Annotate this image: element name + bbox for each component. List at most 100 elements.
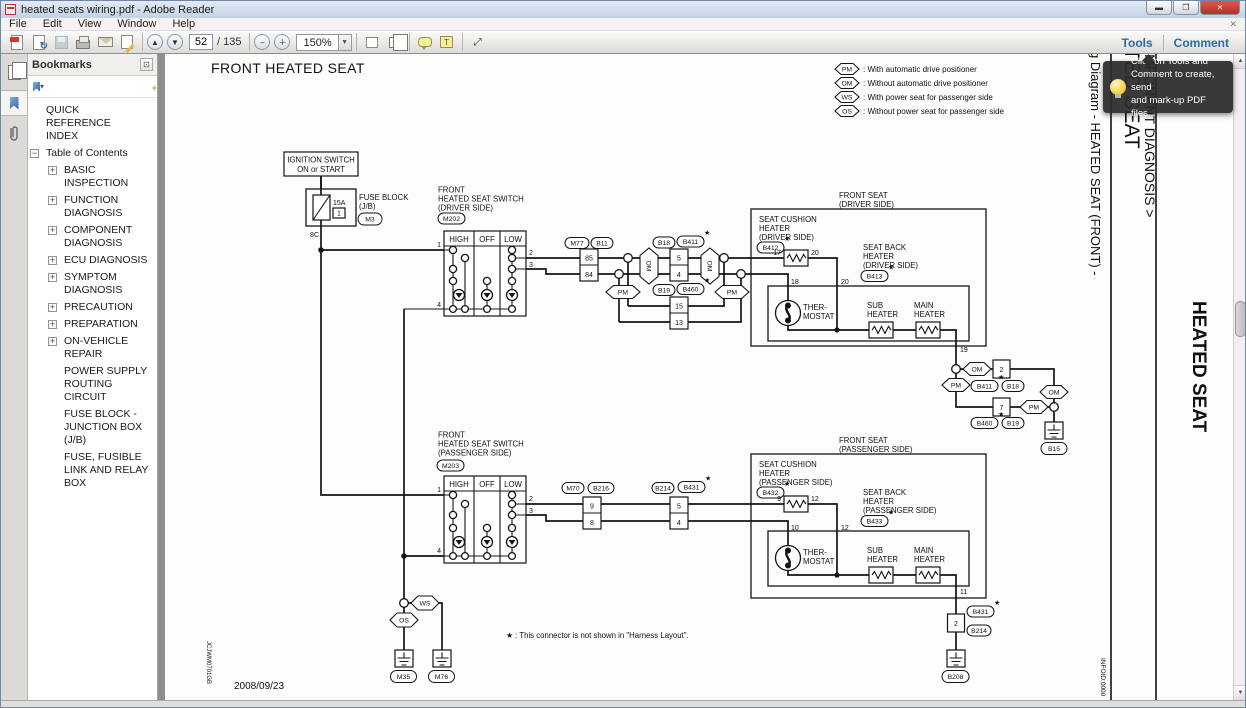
svg-text:12: 12 bbox=[811, 496, 819, 503]
expand-toggle[interactable]: − bbox=[30, 149, 39, 158]
comment-balloon-button[interactable] bbox=[415, 33, 435, 52]
svg-text:B411: B411 bbox=[977, 384, 993, 391]
bookmark-item-on-vehicle-repair[interactable]: + ON-VEHICLE REPAIR bbox=[28, 333, 157, 363]
svg-text:B433: B433 bbox=[867, 519, 883, 526]
bookmarks-panel-title: Bookmarks bbox=[32, 59, 140, 71]
print-button[interactable] bbox=[73, 33, 93, 52]
bookmark-item-table-of-contents[interactable]: −Table of Contents bbox=[28, 145, 157, 162]
expand-toggle[interactable]: + bbox=[48, 226, 57, 235]
close-document-icon[interactable]: ✕ bbox=[1225, 18, 1241, 31]
email-button[interactable] bbox=[95, 33, 115, 52]
svg-text:4: 4 bbox=[437, 548, 441, 555]
cloud-save-button[interactable] bbox=[29, 33, 49, 52]
share-button[interactable] bbox=[117, 33, 137, 52]
document-page[interactable]: IGNITION SWITCH ON or START 15A 1 FUSE B… bbox=[165, 54, 1233, 700]
menu-help[interactable]: Help bbox=[164, 18, 203, 31]
expand-toggle[interactable]: + bbox=[48, 337, 57, 346]
svg-text:OS: OS bbox=[842, 109, 852, 116]
svg-text:4: 4 bbox=[437, 302, 441, 309]
svg-text:★: ★ bbox=[888, 264, 894, 272]
toggle-spacer bbox=[48, 410, 57, 419]
svg-text:★: ★ bbox=[784, 480, 790, 488]
svg-text:HEATER: HEATER bbox=[867, 310, 898, 319]
bookmark-options-button[interactable]: ▾ bbox=[33, 82, 44, 92]
bookmark-item-preparation[interactable]: + PREPARATION bbox=[28, 316, 157, 333]
zoom-dropdown-caret[interactable]: ▼ bbox=[339, 34, 352, 51]
svg-text:15: 15 bbox=[675, 304, 683, 311]
bookmark-item-fuse-block-junction-box-j-b[interactable]: FUSE BLOCK - JUNCTION BOX (J/B) bbox=[28, 406, 157, 449]
expand-toggle[interactable]: + bbox=[48, 196, 57, 205]
page-number-input[interactable] bbox=[189, 34, 213, 50]
page-count-label: / 135 bbox=[217, 36, 241, 48]
close-button[interactable]: ✕ bbox=[1200, 1, 1240, 15]
bookmark-item-symptom-diagnosis[interactable]: +SYMPTOM DIAGNOSIS bbox=[28, 269, 157, 299]
svg-text:★: ★ bbox=[888, 509, 894, 517]
bookmark-item-precaution[interactable]: +PRECAUTION bbox=[28, 299, 157, 316]
save-button[interactable] bbox=[51, 33, 71, 52]
comment-panel-button[interactable]: Comment bbox=[1164, 36, 1239, 50]
scroll-down-button[interactable]: ▼ bbox=[1234, 685, 1246, 700]
menu-view[interactable]: View bbox=[70, 18, 110, 31]
svg-text:(J/B): (J/B) bbox=[359, 202, 376, 211]
comment-balloon-icon bbox=[418, 37, 432, 47]
bookmarks-tab[interactable] bbox=[1, 90, 27, 116]
bookmark-item-component-diagnosis[interactable]: + COMPONENT DIAGNOSIS bbox=[28, 222, 157, 252]
bookmark-item-quick-reference-index[interactable]: QUICK REFERENCE INDEX bbox=[28, 102, 157, 145]
paperclip-icon bbox=[7, 125, 21, 143]
fullscreen-button[interactable]: ⤢ bbox=[468, 33, 488, 52]
svg-text:SEAT CUSHION: SEAT CUSHION bbox=[759, 215, 817, 224]
minimize-button[interactable]: ▬ bbox=[1146, 1, 1172, 15]
tools-panel-button[interactable]: Tools bbox=[1112, 36, 1163, 50]
svg-text:★: ★ bbox=[998, 411, 1004, 419]
expand-toggle[interactable]: + bbox=[48, 166, 57, 175]
page-thumbnails-tab[interactable] bbox=[1, 59, 27, 85]
menu-window[interactable]: Window bbox=[109, 18, 164, 31]
expand-toggle[interactable]: + bbox=[48, 303, 57, 312]
bookmark-label: BASIC INSPECTION bbox=[64, 164, 150, 190]
next-page-button[interactable]: ▼ bbox=[167, 34, 183, 50]
svg-text:OS: OS bbox=[399, 618, 409, 625]
expand-toggle[interactable]: + bbox=[48, 256, 57, 265]
title-bar[interactable]: heated seats wiring.pdf - Adobe Reader ▬… bbox=[1, 1, 1245, 18]
svg-text:B460: B460 bbox=[683, 287, 699, 294]
ground-symbol-m35 bbox=[395, 650, 413, 667]
previous-page-button[interactable]: ▲ bbox=[147, 34, 163, 50]
svg-text:PM: PM bbox=[951, 383, 962, 390]
window-title: heated seats wiring.pdf - Adobe Reader bbox=[21, 4, 214, 16]
svg-text:HEATED SEAT SWITCH: HEATED SEAT SWITCH bbox=[438, 195, 524, 204]
ground-symbol-b15 bbox=[1045, 422, 1063, 439]
panel-splitter[interactable] bbox=[158, 54, 165, 700]
tools-comment-tooltip[interactable]: Click on Tools and Comment to create, se… bbox=[1103, 61, 1233, 113]
bookmark-item-fuse-fusible-link-and-relay-box[interactable]: FUSE, FUSIBLE LINK AND RELAY BOX bbox=[28, 449, 157, 492]
bookmark-label: ON-VEHICLE REPAIR bbox=[64, 335, 150, 361]
maximize-button[interactable]: ❐ bbox=[1173, 1, 1199, 15]
zoom-level-select[interactable]: 150% bbox=[296, 34, 338, 51]
menu-file[interactable]: File bbox=[1, 18, 35, 31]
menu-edit[interactable]: Edit bbox=[35, 18, 70, 31]
attachments-tab[interactable] bbox=[1, 121, 27, 147]
svg-text:M77: M77 bbox=[570, 241, 583, 248]
svg-text:SEAT BACK: SEAT BACK bbox=[863, 488, 907, 497]
page-fit-button[interactable] bbox=[384, 33, 404, 52]
bookmarks-toolbar: ▾ bbox=[28, 76, 157, 98]
sign-button[interactable]: T bbox=[437, 33, 457, 52]
bookmark-item-power-supply-routing-circuit[interactable]: POWER SUPPLY ROUTING CIRCUIT bbox=[28, 363, 157, 406]
vertical-scrollbar[interactable]: ▲ ▼ bbox=[1233, 54, 1246, 700]
scrolling-mode-button[interactable] bbox=[362, 33, 382, 52]
bookmark-item-ecu-diagnosis[interactable]: +ECU DIAGNOSIS bbox=[28, 252, 157, 269]
svg-text:20: 20 bbox=[811, 250, 819, 257]
zoom-out-button[interactable]: − bbox=[254, 34, 270, 50]
expand-toggle[interactable]: + bbox=[48, 320, 57, 329]
bookmark-item-basic-inspection[interactable]: + BASIC INSPECTION bbox=[28, 162, 157, 192]
scroll-up-button[interactable]: ▲ bbox=[1234, 54, 1246, 69]
panel-options-button[interactable]: ⊡ bbox=[140, 58, 153, 71]
scroll-thumb[interactable] bbox=[1235, 301, 1246, 337]
svg-text:3: 3 bbox=[529, 262, 533, 269]
bookmark-item-function-diagnosis[interactable]: +FUNCTION DIAGNOSIS bbox=[28, 192, 157, 222]
bookmark-label: PREPARATION bbox=[64, 318, 150, 331]
bookmark-label: COMPONENT DIAGNOSIS bbox=[64, 224, 150, 250]
open-button[interactable] bbox=[7, 33, 27, 52]
zoom-in-button[interactable]: ＋ bbox=[274, 34, 290, 50]
expand-toggle[interactable]: + bbox=[48, 273, 57, 282]
article-heading: g Diagram - HEATED SEAT (FRONT) - bbox=[1088, 54, 1103, 276]
